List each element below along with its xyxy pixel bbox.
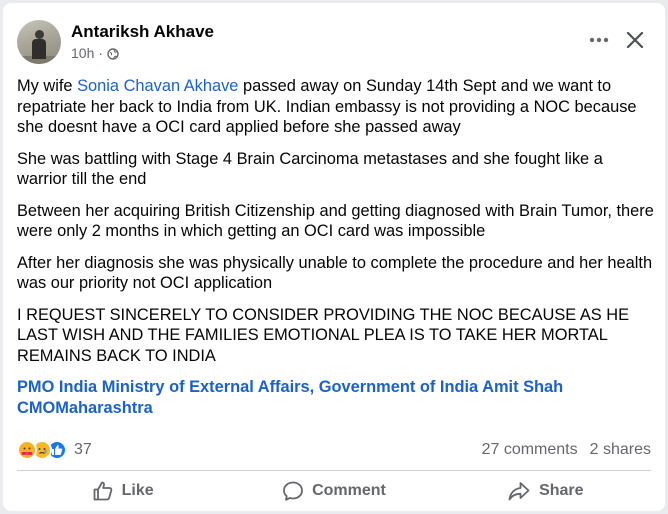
like-button[interactable]: Like (17, 475, 228, 507)
comments-count[interactable]: 27 comments (482, 441, 578, 458)
avatar[interactable] (17, 20, 61, 64)
post-time[interactable]: 10h (71, 45, 94, 61)
engagement-counts: 27 comments 2 shares (482, 441, 651, 459)
divider (17, 470, 651, 471)
reaction-summary[interactable]: 37 (17, 438, 92, 462)
more-options-button[interactable] (587, 28, 611, 52)
paragraph-2: She was battling with Stage 4 Brain Carc… (17, 149, 603, 189)
avatar-figure-head (35, 30, 44, 39)
comment-label: Comment (312, 482, 386, 499)
post-meta: 10h · (71, 45, 119, 61)
care-icon (17, 440, 37, 460)
tag-pmo-india[interactable]: PMO India (17, 378, 97, 396)
close-button[interactable] (623, 28, 647, 52)
paragraph-1: My wife Sonia Chavan Akhave passed away … (17, 76, 657, 138)
share-button[interactable]: Share (440, 475, 651, 507)
share-label: Share (539, 482, 584, 499)
shares-count[interactable]: 2 shares (590, 441, 651, 458)
tag-amit-shah[interactable]: Amit Shah (482, 378, 563, 396)
like-label: Like (121, 482, 154, 499)
tag-ministry-external-affairs[interactable]: Ministry of External Affairs, Government… (102, 378, 478, 396)
post-text: My wife Sonia Chavan Akhave passed away … (17, 76, 657, 418)
tag-cmo-maharashtra[interactable]: CMOMaharashtra (17, 399, 153, 417)
action-bar: Like Comment Share (17, 475, 651, 507)
share-icon (508, 482, 530, 501)
comment-button[interactable]: Comment (228, 475, 439, 507)
mention-sonia-chavan-akhave[interactable]: Sonia Chavan Akhave (77, 77, 238, 95)
paragraph-5: I REQUEST SINCERELY TO CONSIDER PROVIDIN… (17, 305, 630, 365)
meta-separator: · (98, 45, 104, 61)
post-header: Antariksh Akhave 10h · (17, 18, 651, 66)
post-card: Antariksh Akhave 10h · My wife Sonia Cha… (3, 3, 665, 511)
globe-icon[interactable] (107, 47, 119, 60)
comment-icon (283, 481, 303, 501)
more-dots-icon (589, 37, 609, 43)
thumbs-up-icon (93, 481, 112, 501)
paragraph-1-start: My wife (17, 77, 78, 95)
author-name[interactable]: Antariksh Akhave (71, 22, 214, 42)
avatar-figure-body (32, 39, 46, 59)
tagged-pages: PMO India Ministry of External Affairs, … (17, 377, 657, 418)
close-icon (626, 31, 644, 49)
paragraph-4: After her diagnosis she was physically u… (17, 253, 653, 293)
reaction-count: 37 (74, 441, 92, 458)
paragraph-3: Between her acquiring British Citizenshi… (17, 201, 654, 241)
